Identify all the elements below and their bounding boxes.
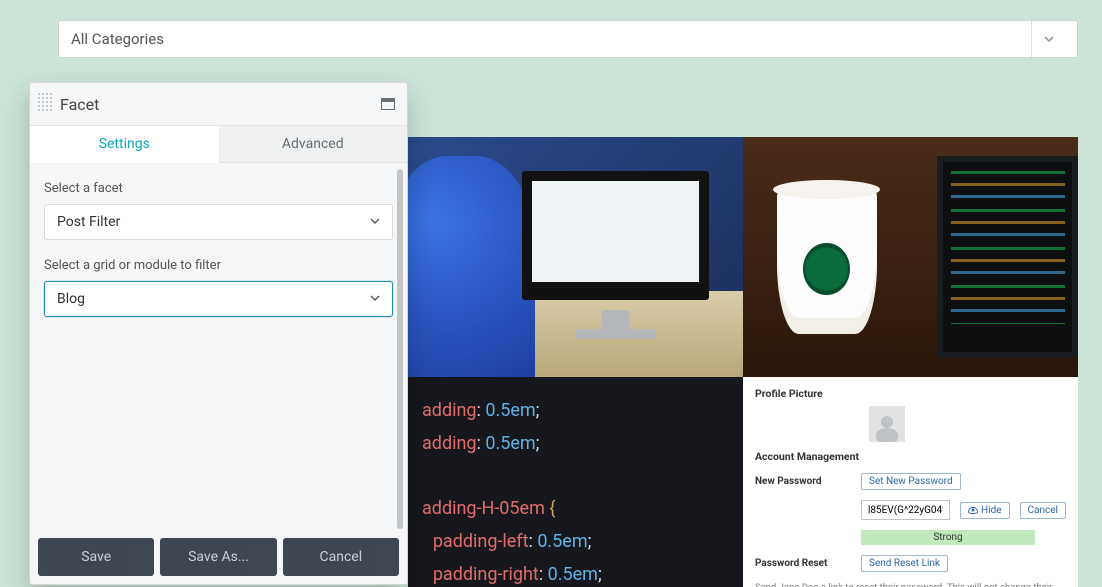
- chevron-down-icon: [1031, 21, 1065, 57]
- save-button[interactable]: Save: [38, 538, 154, 576]
- panel-header[interactable]: Facet: [30, 83, 407, 126]
- send-reset-link-button[interactable]: Send Reset Link: [861, 555, 948, 572]
- grid-image[interactable]: adding: 0.5em; adding: 0.5em; adding-H-0…: [408, 377, 743, 587]
- target-select[interactable]: Blog: [44, 281, 393, 317]
- cancel-password-button[interactable]: Cancel: [1020, 502, 1066, 519]
- eye-icon: [968, 507, 978, 514]
- target-select-value: Blog: [57, 291, 85, 307]
- password-reset-label: Password Reset: [755, 558, 851, 569]
- tab-settings[interactable]: Settings: [30, 126, 219, 163]
- maximize-icon[interactable]: [381, 98, 395, 110]
- hide-button[interactable]: Hide: [960, 502, 1010, 519]
- panel-body: Select a facet Post Filter Select a grid…: [30, 163, 407, 530]
- chevron-down-icon: [370, 215, 380, 229]
- avatar: [869, 406, 905, 442]
- category-select-value: All Categories: [71, 30, 164, 48]
- account-management-heading: Account Management: [755, 450, 1066, 463]
- password-strength: Strong: [861, 530, 1035, 545]
- facet-select-value: Post Filter: [57, 214, 120, 230]
- new-password-label: New Password: [755, 476, 851, 487]
- save-as-button[interactable]: Save As...: [160, 538, 276, 576]
- tab-advanced[interactable]: Advanced: [219, 126, 408, 163]
- select-facet-label: Select a facet: [44, 181, 393, 196]
- grid-image[interactable]: Profile Picture Account Management New P…: [743, 377, 1078, 587]
- set-new-password-button[interactable]: Set New Password: [861, 473, 961, 490]
- select-target-label: Select a grid or module to filter: [44, 258, 393, 273]
- grid-image[interactable]: [743, 137, 1078, 377]
- grid-image[interactable]: [408, 137, 743, 377]
- image-grid: adding: 0.5em; adding: 0.5em; adding-H-0…: [408, 137, 1078, 585]
- chevron-down-icon: [370, 292, 380, 306]
- facet-select[interactable]: Post Filter: [44, 204, 393, 240]
- facet-panel: Facet Settings Advanced Select a facet P…: [29, 82, 408, 585]
- profile-picture-heading: Profile Picture: [755, 387, 1066, 400]
- category-select[interactable]: All Categories: [58, 20, 1078, 58]
- drag-handle-icon[interactable]: [38, 93, 52, 115]
- panel-title: Facet: [60, 95, 99, 114]
- scrollbar-thumb[interactable]: [397, 169, 403, 529]
- panel-footer: Save Save As... Cancel: [30, 530, 407, 584]
- cancel-button[interactable]: Cancel: [283, 538, 399, 576]
- panel-tabs: Settings Advanced: [30, 126, 407, 163]
- password-input[interactable]: [861, 500, 950, 520]
